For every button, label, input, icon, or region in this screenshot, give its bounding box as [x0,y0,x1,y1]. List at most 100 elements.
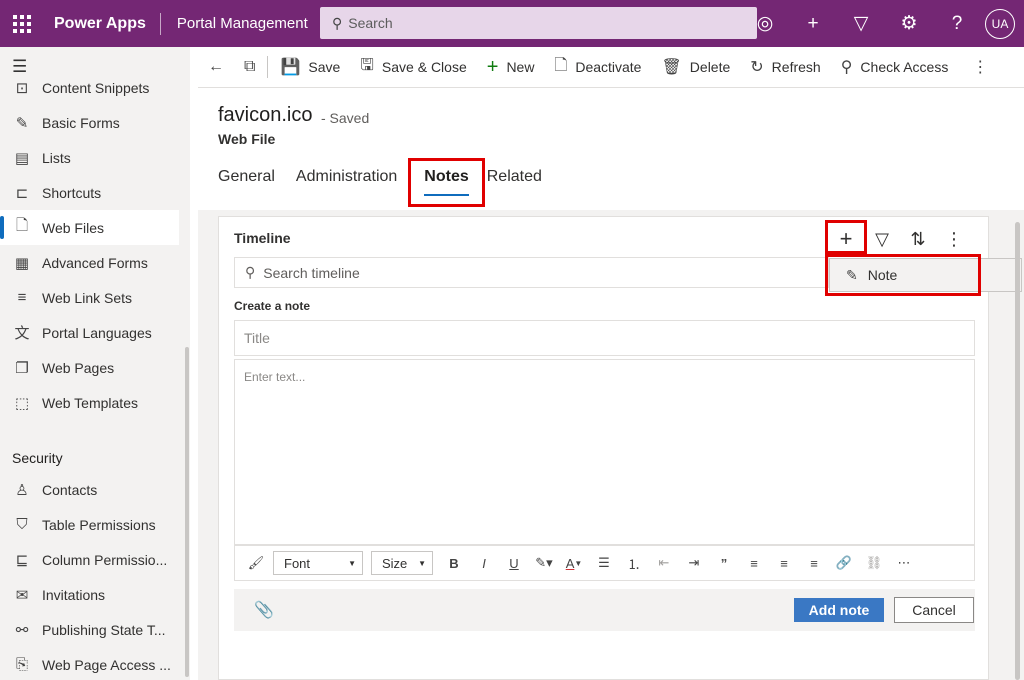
insert-link-button[interactable]: 🔗 [831,550,857,576]
size-select[interactable]: Size ▼ [371,551,433,575]
create-timeline-record-button[interactable]: + [828,221,864,257]
delete-button[interactable]: 🗑 Delete [651,47,740,88]
advanced-find-button[interactable]: ▽ [837,0,885,47]
font-select[interactable]: Font ▼ [273,551,363,575]
back-button[interactable]: ← [198,47,234,88]
blockquote-button[interactable]: ” [711,550,737,576]
sidebar-item-shortcuts[interactable]: ⊏ Shortcuts [0,175,179,210]
record-entity-name: Web File [218,131,276,147]
decrease-indent-button[interactable]: ⇤ [651,550,677,576]
check-access-button[interactable]: ⚲ Check Access [831,47,959,88]
refresh-button[interactable]: ↻ Refresh [740,47,830,88]
align-right-icon: ≡ [810,555,818,571]
align-left-button[interactable]: ≡ [741,550,767,576]
sidebar-item-basic-forms[interactable]: ✎ Basic Forms [0,105,179,140]
format-painter-button[interactable]: 🖌 [243,550,269,576]
access-icon: ⎘ [15,656,28,673]
tab-notes[interactable]: Notes [424,168,470,196]
timeline-more-button[interactable]: ⋮ [936,221,972,257]
sidebar-item-web-pages[interactable]: ❐ Web Pages [0,350,179,385]
underline-button[interactable]: U [501,550,527,576]
add-note-button[interactable]: Add note [794,598,884,622]
record-title: favicon.ico [218,104,313,126]
sidebar-item-invitations[interactable]: ✉ Invitations [0,577,179,612]
sidebar-item-web-page-access[interactable]: ⎘ Web Page Access ... [0,647,179,680]
language-icon: 文 [14,325,30,342]
bullet-list-button[interactable]: ☰ [591,550,617,576]
deactivate-icon: 🗋 [554,56,568,74]
cancel-button[interactable]: Cancel [894,597,974,623]
more-formatting-button[interactable]: ⋯ [891,550,917,576]
align-center-icon: ≡ [780,555,788,571]
note-actions-bar: 📎 Add note Cancel [234,589,975,631]
sidebar-item-table-permissions[interactable]: ⛉ Table Permissions [0,507,179,542]
rich-text-toolbar: 🖌 Font ▼ Size ▼ B I U ✎▾ A ▼ ☰ ⒈ ⇤ ⇥ ” ≡ ≡ … [234,545,975,581]
sidebar-item-content-snippets[interactable]: ⊡ Content Snippets [0,70,179,105]
sidebar-item-publishing-state[interactable]: ⚯ Publishing State T... [0,612,179,647]
create-new-button[interactable]: + [789,0,837,47]
app-name[interactable]: Power Apps [54,15,146,33]
sidebar-item-web-link-sets[interactable]: ≡ Web Link Sets [0,280,179,315]
indent-icon: ⇥ [688,555,700,570]
save-close-button[interactable]: 🖫 Save & Close [350,47,476,88]
advanced-form-icon: ▦ [14,254,30,272]
help-button[interactable]: ? [933,0,981,47]
italic-button[interactable]: I [471,550,497,576]
sidebar-item-advanced-forms[interactable]: ▦ Advanced Forms [0,245,179,280]
sidebar-item-column-permissions[interactable]: ⊑ Column Permissio... [0,542,179,577]
content-scrollbar[interactable] [1015,222,1020,680]
header-divider [159,12,161,35]
key-search-icon: ⚲ [840,59,853,76]
site-name[interactable]: Portal Management [177,15,327,32]
create-record-menu-item-note[interactable]: ✎ Note [829,258,1022,292]
open-new-window-button[interactable]: ⧉ [234,47,265,88]
command-bar: ← ⧉ 💾 Save 🖫 Save & Close + New 🗋 Deactivate… [198,47,1024,88]
sidebar-item-web-files[interactable]: 🗋 Web Files [0,210,179,245]
more-vertical-icon: ⋮ [945,228,963,249]
align-center-button[interactable]: ≡ [771,550,797,576]
sidebar-item-contacts[interactable]: ♙ Contacts [0,472,179,507]
filter-timeline-button[interactable]: ▽ [864,221,900,257]
assistant-button[interactable]: ◎ [741,0,789,47]
attach-file-button[interactable]: 📎 [254,600,274,620]
bold-button[interactable]: B [441,550,467,576]
filter-icon: ▽ [875,228,889,249]
new-button[interactable]: + New [477,47,545,88]
invitation-icon: ✉ [15,586,29,604]
caret-down-icon: ▼ [348,558,356,568]
note-title-input[interactable]: Title [234,320,975,356]
global-search-input[interactable]: ⚲ Search [320,7,757,39]
increase-indent-button[interactable]: ⇥ [681,550,707,576]
remove-link-button[interactable]: ⛓ [861,550,887,576]
refresh-icon: ↻ [750,59,764,76]
timeline-search-input[interactable]: ⚲ Search timeline [234,257,829,288]
column-permission-icon: ⊑ [15,551,29,569]
create-note-label: Create a note [234,299,311,313]
caret-down-icon: ▼ [418,558,426,568]
save-close-icon: 🖫 [360,56,374,74]
tab-general[interactable]: General [218,168,275,192]
plus-icon: + [486,55,499,78]
deactivate-button[interactable]: 🗋 Deactivate [544,47,651,88]
settings-button[interactable]: ⚙ [885,0,933,47]
sidebar-item-web-templates[interactable]: ⬚ Web Templates [0,385,179,420]
align-right-button[interactable]: ≡ [801,550,827,576]
gear-icon: ⚙ [900,13,918,34]
numbered-list-button[interactable]: ⒈ [621,550,647,576]
record-save-status: - Saved [321,110,370,126]
sidebar-item-portal-languages[interactable]: 文 Portal Languages [0,315,179,350]
app-launcher-button[interactable] [0,0,44,47]
nav-scrollbar[interactable] [185,347,189,677]
popout-icon: ⧉ [244,58,256,75]
sort-timeline-button[interactable]: ⇅ [900,221,936,257]
font-color-button[interactable]: A ▼ [561,550,587,576]
sidebar-item-lists[interactable]: ▤ Lists [0,140,179,175]
unlink-icon: ⛓ [865,555,883,570]
note-body-editor[interactable]: Enter text... [234,359,975,545]
more-commands-button[interactable]: ⋮ [962,47,998,88]
highlight-color-button[interactable]: ✎▾ [531,550,557,576]
avatar[interactable]: UA [985,8,1015,39]
tab-administration[interactable]: Administration [296,168,397,192]
tab-related[interactable]: Related [487,168,542,192]
save-button[interactable]: 💾 Save [270,47,350,88]
